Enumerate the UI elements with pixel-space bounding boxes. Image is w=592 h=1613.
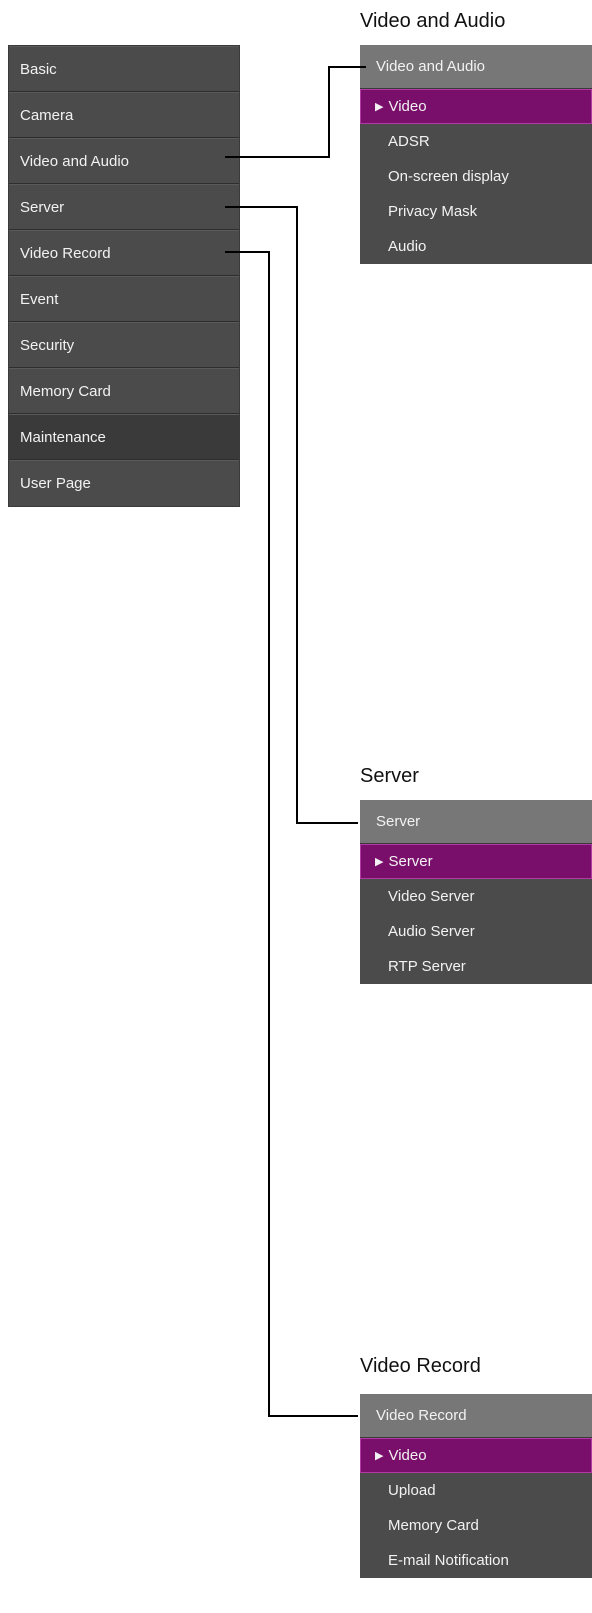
menu-item-event[interactable]: Event <box>9 276 239 322</box>
connector-line <box>328 66 366 68</box>
submenu-item-server[interactable]: ▶ Server <box>360 844 592 879</box>
submenu-item-label: Video <box>388 1447 427 1464</box>
submenu-item-label: Server <box>388 853 433 870</box>
menu-item-label: Security <box>20 336 75 354</box>
submenu-item-label: Memory Card <box>388 1517 479 1534</box>
submenu-item-privacy-mask[interactable]: Privacy Mask <box>360 194 592 229</box>
submenu-header[interactable]: Server <box>360 800 592 844</box>
active-arrow-icon: ▶ <box>375 856 384 868</box>
menu-item-maintenance[interactable]: Maintenance <box>9 414 239 460</box>
connector-line <box>328 66 330 158</box>
connector-line <box>268 1415 358 1417</box>
panel-title-video-record: Video Record <box>360 1355 481 1377</box>
menu-item-label: Video and Audio <box>20 152 129 170</box>
menu-item-label: Event <box>20 290 59 308</box>
submenu-video-and-audio: Video and Audio ▶ Video ADSR On-screen d… <box>360 45 592 264</box>
submenu-item-video-server[interactable]: Video Server <box>360 879 592 914</box>
submenu-item-label: Video <box>388 98 427 115</box>
submenu-video-record: Video Record ▶ Video Upload Memory Card … <box>360 1394 592 1578</box>
menu-item-server[interactable]: Server <box>9 184 239 230</box>
submenu-item-label: Upload <box>388 1482 436 1499</box>
main-menu: Basic Camera Video and Audio Server Vide… <box>8 45 240 507</box>
menu-item-video-record[interactable]: Video Record <box>9 230 239 276</box>
submenu-item-label: Video Server <box>388 888 475 905</box>
submenu-item-label: E-mail Notification <box>388 1552 509 1569</box>
menu-item-label: Server <box>20 198 65 216</box>
menu-item-security[interactable]: Security <box>9 322 239 368</box>
submenu-item-audio[interactable]: Audio <box>360 229 592 264</box>
menu-item-label: Maintenance <box>20 428 106 446</box>
submenu-item-upload[interactable]: Upload <box>360 1473 592 1508</box>
connector-line <box>296 822 358 824</box>
submenu-item-email-notification[interactable]: E-mail Notification <box>360 1543 592 1578</box>
menu-item-user-page[interactable]: User Page <box>9 460 239 506</box>
submenu-item-label: RTP Server <box>388 958 466 975</box>
submenu-header[interactable]: Video and Audio <box>360 45 592 89</box>
menu-item-label: Camera <box>20 106 74 124</box>
active-arrow-icon: ▶ <box>375 101 384 113</box>
menu-item-label: Video Record <box>20 244 111 262</box>
submenu-header[interactable]: Video Record <box>360 1394 592 1438</box>
submenu-server: Server ▶ Server Video Server Audio Serve… <box>360 800 592 984</box>
connector-line <box>225 206 298 208</box>
submenu-item-rtp-server[interactable]: RTP Server <box>360 949 592 984</box>
submenu-item-video[interactable]: ▶ Video <box>360 89 592 124</box>
submenu-item-adsr[interactable]: ADSR <box>360 124 592 159</box>
menu-item-video-and-audio[interactable]: Video and Audio <box>9 138 239 184</box>
submenu-item-label: On-screen display <box>388 168 509 185</box>
submenu-item-label: Audio <box>388 238 427 255</box>
submenu-item-memory-card[interactable]: Memory Card <box>360 1508 592 1543</box>
connector-line <box>268 251 270 1417</box>
connector-line <box>225 156 330 158</box>
submenu-item-video[interactable]: ▶ Video <box>360 1438 592 1473</box>
menu-item-label: Basic <box>20 60 57 78</box>
menu-item-label: Memory Card <box>20 382 111 400</box>
submenu-item-audio-server[interactable]: Audio Server <box>360 914 592 949</box>
menu-item-memory-card[interactable]: Memory Card <box>9 368 239 414</box>
menu-item-label: User Page <box>20 475 91 492</box>
menu-item-camera[interactable]: Camera <box>9 92 239 138</box>
submenu-item-on-screen-display[interactable]: On-screen display <box>360 159 592 194</box>
panel-title-server: Server <box>360 765 419 787</box>
panel-title-video-and-audio: Video and Audio <box>360 10 506 32</box>
connector-line <box>225 251 270 253</box>
submenu-item-label: ADSR <box>388 133 430 150</box>
submenu-item-label: Audio Server <box>388 923 475 940</box>
menu-item-basic[interactable]: Basic <box>9 46 239 92</box>
connector-line <box>296 206 298 824</box>
submenu-item-label: Privacy Mask <box>388 203 478 220</box>
active-arrow-icon: ▶ <box>375 1450 384 1462</box>
